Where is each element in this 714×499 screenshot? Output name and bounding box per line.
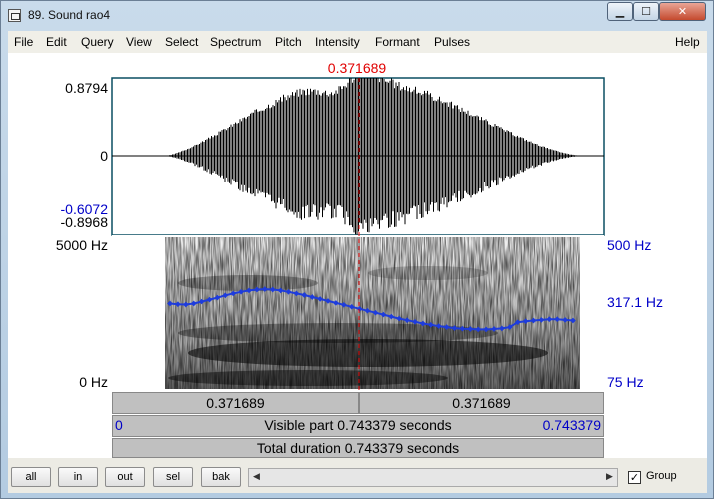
zoom-all-button[interactable]: all: [11, 467, 51, 487]
wave-zero-label: 0: [100, 148, 108, 164]
spec-top-label: 5000 Hz: [56, 237, 108, 253]
menu-help[interactable]: Help: [675, 35, 700, 49]
menu-pitch[interactable]: Pitch: [275, 35, 302, 49]
total-duration-bar[interactable]: Total duration 0.743379 seconds: [112, 438, 604, 458]
drawing-area[interactable]: 0.371689 0.8794 0 -0.6072 -0.8968 5000 H…: [8, 53, 707, 458]
menu-file[interactable]: File: [14, 35, 33, 49]
window-title: 89. Sound rao4: [28, 8, 111, 22]
close-button[interactable]: ✕: [659, 2, 706, 21]
pitch-bottom-label: 75 Hz: [607, 374, 644, 390]
left-time-value: 0.371689: [206, 395, 265, 411]
spectrogram: [165, 237, 580, 389]
group-label: Group: [646, 470, 677, 482]
sound-editor: File Edit Query View Select Spectrum Pit…: [8, 31, 707, 493]
zoom-in-button[interactable]: in: [58, 467, 98, 487]
wave-bottom-label: -0.8968: [61, 214, 109, 230]
spec-bottom-label: 0 Hz: [79, 374, 108, 390]
visible-part-label: Visible part 0.743379 seconds: [264, 417, 452, 433]
menu-spectrum[interactable]: Spectrum: [210, 35, 261, 49]
menu-formant[interactable]: Formant: [375, 35, 420, 49]
group-checkbox[interactable]: ✓: [628, 471, 641, 484]
zoom-sel-button[interactable]: sel: [153, 467, 193, 487]
left-time-cell[interactable]: 0.371689: [112, 392, 359, 414]
right-time-value: 0.371689: [452, 395, 511, 411]
minimize-button[interactable]: ▁: [607, 2, 633, 21]
pitch-mid-label: 317.1 Hz: [607, 294, 663, 310]
maximize-button[interactable]: ☐: [633, 2, 659, 21]
menu-pulses[interactable]: Pulses: [434, 35, 470, 49]
menu-intensity[interactable]: Intensity: [315, 35, 360, 49]
pitch-top-label: 500 Hz: [607, 237, 651, 253]
menu-query[interactable]: Query: [81, 35, 114, 49]
visible-end: 0.743379: [542, 417, 601, 433]
menu-select[interactable]: Select: [165, 35, 198, 49]
visible-part-bar[interactable]: 0 Visible part 0.743379 seconds 0.743379: [112, 415, 604, 437]
menu-edit[interactable]: Edit: [46, 35, 67, 49]
praat-app-icon: [8, 9, 21, 22]
menu-bar: File Edit Query View Select Spectrum Pit…: [8, 31, 707, 53]
scroll-right-icon[interactable]: ▶: [602, 469, 617, 486]
cursor-time-label: 0.371689: [328, 60, 387, 76]
zoom-back-button[interactable]: bak: [201, 467, 241, 487]
total-duration-label: Total duration 0.743379 seconds: [256, 440, 460, 456]
menu-view[interactable]: View: [126, 35, 152, 49]
scroll-left-icon[interactable]: ◀: [249, 469, 264, 486]
horizontal-scrollbar[interactable]: ◀ ▶: [248, 468, 618, 487]
bottom-toolbar: all in out sel bak ◀ ▶ ✓ Group: [8, 461, 707, 493]
praat-window: 89. Sound rao4 ▁ ☐ ✕ File Edit Query Vie…: [0, 0, 714, 499]
wave-top-label: 0.8794: [65, 80, 108, 96]
right-time-cell[interactable]: 0.371689: [359, 392, 604, 414]
zoom-out-button[interactable]: out: [105, 467, 145, 487]
title-bar[interactable]: 89. Sound rao4 ▁ ☐ ✕: [1, 1, 713, 31]
